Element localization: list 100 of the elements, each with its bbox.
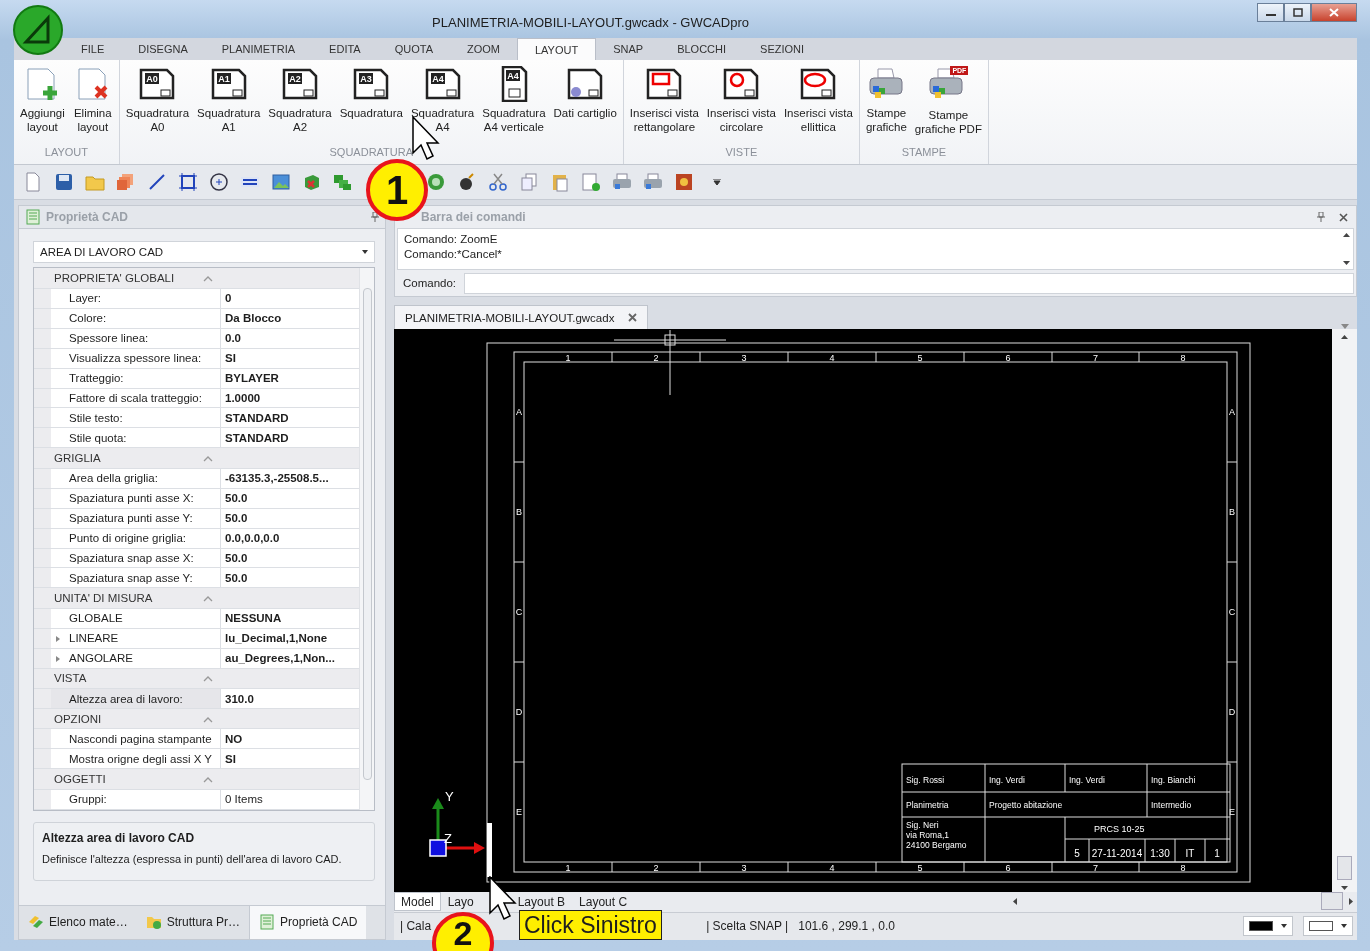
- property-value[interactable]: 310.0: [221, 689, 359, 708]
- property-label[interactable]: Fattore di scala tratteggio:: [51, 388, 221, 408]
- panel-tab[interactable]: Struttura Pr…: [136, 905, 250, 939]
- property-value[interactable]: BYLAYER: [221, 368, 359, 388]
- category-header[interactable]: OPZIONI: [34, 708, 359, 730]
- property-label[interactable]: Punto di origine griglia:: [51, 528, 221, 548]
- ribbon-button[interactable]: Inserisci vista ellittica: [779, 66, 857, 144]
- property-value[interactable]: STANDARD: [221, 408, 359, 428]
- grid-reference: 8: [1180, 353, 1186, 364]
- ribbon-button[interactable]: A4 Squadratura A4 verticale: [478, 66, 550, 144]
- property-value[interactable]: 0.0: [221, 328, 359, 348]
- property-value[interactable]: 50.0: [221, 508, 359, 528]
- object-dropdown[interactable]: AREA DI LAVORO CAD: [33, 241, 375, 264]
- sheet-tab[interactable]: Layout B: [510, 892, 573, 912]
- property-value[interactable]: STANDARD: [221, 428, 359, 448]
- ribbon-tab[interactable]: SEZIONI: [743, 38, 822, 60]
- grid-reference: A: [516, 407, 522, 418]
- title-block-text: 5: [1074, 848, 1080, 860]
- property-value[interactable]: 0: [221, 288, 359, 308]
- ribbon-button[interactable]: Stampe grafiche: [861, 66, 911, 144]
- ribbon-tab[interactable]: BLOCCHI: [660, 38, 744, 60]
- grid-reference: 1: [565, 863, 571, 874]
- property-label[interactable]: Colore:: [51, 308, 221, 328]
- property-label[interactable]: Gruppi:: [51, 789, 221, 809]
- property-label[interactable]: Spaziatura punti asse X:: [51, 488, 221, 508]
- category-header[interactable]: VISTA: [34, 668, 359, 690]
- ribbon-button[interactable]: Elimina layout: [68, 66, 117, 144]
- property-value[interactable]: NESSUNA: [221, 608, 359, 628]
- property-value[interactable]: 50.0: [221, 568, 359, 588]
- property-value[interactable]: au_Degrees,1,Non...: [221, 648, 359, 668]
- panel-tab[interactable]: Proprietà CAD: [249, 905, 367, 939]
- ribbon-button[interactable]: A2 Squadratura A2: [264, 66, 336, 144]
- grid-reference: D: [515, 707, 523, 718]
- category-header[interactable]: UNITA' DI MISURA: [34, 588, 359, 609]
- ribbon-tab[interactable]: SNAP: [596, 38, 661, 60]
- ribbon-button[interactable]: Dati cartiglio: [549, 66, 621, 144]
- property-label[interactable]: LINEARE: [51, 628, 221, 648]
- property-label[interactable]: Spaziatura snap asse Y:: [51, 568, 221, 588]
- grid-reference: 3: [741, 353, 747, 364]
- ribbon-tab[interactable]: EDITA: [312, 38, 378, 60]
- ribbon-tab[interactable]: ZOOM: [450, 38, 517, 60]
- ribbon-button[interactable]: Aggiungi layout: [16, 66, 69, 144]
- sheet-icon: A2: [280, 66, 320, 102]
- property-label[interactable]: Area della griglia:: [51, 468, 221, 488]
- window-title: PLANIMETRIA-MOBILI-LAYOUT.gwcadx - GWCADpro: [431, 13, 750, 30]
- property-value[interactable]: 50.0: [221, 488, 359, 508]
- title-block-text: Sig. Neri: [906, 820, 939, 831]
- title-block-text: IT: [1185, 848, 1195, 860]
- property-value[interactable]: 50.0: [221, 548, 359, 568]
- property-value[interactable]: NO: [221, 729, 359, 749]
- property-label[interactable]: Spaziatura snap asse X:: [51, 548, 221, 568]
- ribbon-button[interactable]: Inserisci vista circolare: [702, 66, 780, 144]
- property-label[interactable]: GLOBALE: [51, 608, 221, 628]
- property-label[interactable]: ANGOLARE: [51, 648, 221, 668]
- group-label: VISTE: [724, 145, 759, 160]
- sheet-tab[interactable]: Layout C: [572, 892, 635, 912]
- command-line: Comando:*Cancel*: [404, 247, 503, 262]
- property-value[interactable]: 0.0,0.0,0.0: [221, 528, 359, 548]
- property-value[interactable]: SI: [221, 749, 359, 769]
- grid-reference: B: [1229, 507, 1235, 518]
- grid-reference: 4: [829, 353, 835, 364]
- grid-reference: 6: [1005, 863, 1011, 874]
- ribbon-button[interactable]: A1 Squadratura A1: [193, 66, 265, 144]
- property-label[interactable]: Mostra origne degli assi X Y: [51, 749, 221, 769]
- ribbon-tab[interactable]: LAYOUT: [517, 38, 597, 60]
- grid-reference: 7: [1093, 863, 1098, 874]
- ribbon-button[interactable]: A0 Squadratura A0: [121, 66, 194, 144]
- property-label[interactable]: Layer:: [51, 288, 221, 308]
- ribbon-tab[interactable]: PLANIMETRIA: [204, 38, 313, 60]
- property-value[interactable]: lu_Decimal,1,None: [221, 628, 359, 648]
- property-label[interactable]: Spaziatura punti asse Y:: [51, 508, 221, 528]
- ribbon-tab[interactable]: DISEGNA: [121, 38, 205, 60]
- category-header[interactable]: GRIGLIA: [34, 448, 359, 469]
- property-label[interactable]: Spessore linea:: [51, 328, 221, 348]
- grid-reference: 5: [917, 353, 923, 364]
- grid-reference: 3: [741, 863, 747, 874]
- category-header[interactable]: PROPRIETA' GLOBALI: [34, 268, 359, 289]
- ribbon-tab[interactable]: QUOTA: [377, 38, 450, 60]
- property-label[interactable]: Tratteggio:: [51, 368, 221, 388]
- description-title: Altezza area di lavoro CAD: [42, 831, 196, 846]
- title-block-text: Progetto abitazione: [989, 800, 1063, 811]
- property-label[interactable]: Nascondi pagina stampante: [51, 729, 221, 749]
- category-header[interactable]: OGGETTI: [34, 769, 359, 790]
- ribbon-button[interactable]: A3 Squadratura: [335, 66, 407, 144]
- document-tab[interactable]: PLANIMETRIA-MOBILI-LAYOUT.gwcadx: [394, 305, 649, 330]
- property-value[interactable]: 1.0000: [221, 388, 359, 408]
- property-value[interactable]: Da Blocco: [221, 308, 359, 328]
- grid-reference: A: [1229, 407, 1235, 418]
- property-value[interactable]: SI: [221, 348, 359, 368]
- property-value[interactable]: 0 Items: [221, 789, 359, 809]
- property-label[interactable]: Stile testo:: [51, 408, 221, 428]
- property-label[interactable]: Altezza area di lavoro:: [51, 689, 221, 708]
- sheet-tab[interactable]: Model: [394, 892, 441, 912]
- panel-tab[interactable]: Elenco mate…: [19, 905, 137, 939]
- property-value[interactable]: -63135.3,-25508.5...: [221, 468, 359, 488]
- property-label[interactable]: Stile quota:: [51, 428, 221, 448]
- ribbon-button[interactable]: Inserisci vista rettangolare: [625, 66, 703, 144]
- ribbon-tab[interactable]: FILE: [64, 38, 122, 60]
- sheet-tab[interactable]: Layo: [440, 892, 511, 912]
- property-label[interactable]: Visualizza spessore linea:: [51, 348, 221, 368]
